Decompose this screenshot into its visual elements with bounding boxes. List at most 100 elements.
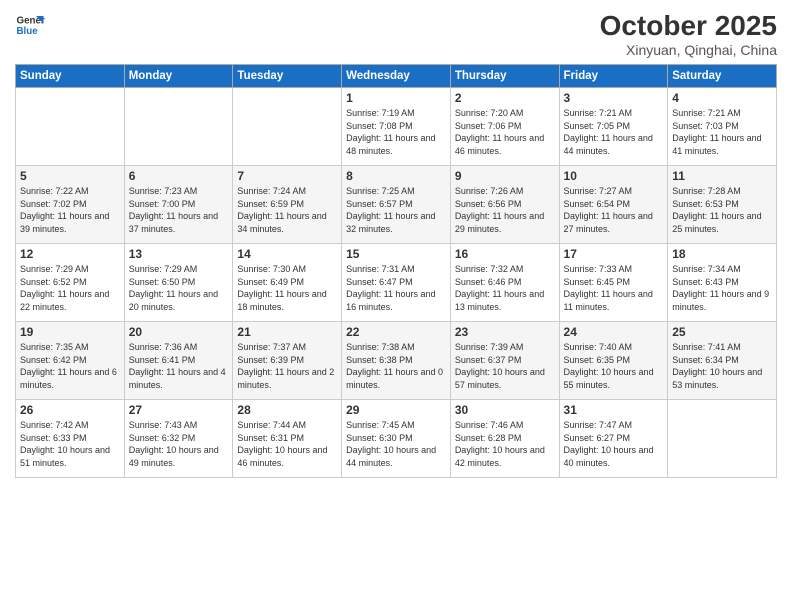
day-number: 18 — [672, 247, 772, 261]
day-number: 3 — [564, 91, 664, 105]
col-wednesday: Wednesday — [342, 65, 451, 88]
page: General Blue October 2025 Xinyuan, Qingh… — [0, 0, 792, 612]
day-info: Sunrise: 7:46 AM Sunset: 6:28 PM Dayligh… — [455, 419, 555, 469]
day-info: Sunrise: 7:29 AM Sunset: 6:50 PM Dayligh… — [129, 263, 229, 313]
col-tuesday: Tuesday — [233, 65, 342, 88]
day-number: 16 — [455, 247, 555, 261]
day-info: Sunrise: 7:23 AM Sunset: 7:00 PM Dayligh… — [129, 185, 229, 235]
day-number: 17 — [564, 247, 664, 261]
day-info: Sunrise: 7:30 AM Sunset: 6:49 PM Dayligh… — [237, 263, 337, 313]
calendar-table: Sunday Monday Tuesday Wednesday Thursday… — [15, 64, 777, 478]
table-row: 21Sunrise: 7:37 AM Sunset: 6:39 PM Dayli… — [233, 322, 342, 400]
table-row: 8 Sunrise: 7:25 AM Sunset: 6:57 PM Daylig… — [342, 166, 451, 244]
day-info: Sunrise: 7:22 AM Sunset: 7:02 PM Dayligh… — [20, 185, 120, 235]
day-info: Sunrise: 7:38 AM Sunset: 6:38 PM Dayligh… — [346, 341, 446, 391]
day-info: Sunrise: 7:21 AM Sunset: 7:03 PM Dayligh… — [672, 107, 772, 157]
table-row: 9Sunrise: 7:26 AM Sunset: 6:56 PM Daylig… — [450, 166, 559, 244]
col-thursday: Thursday — [450, 65, 559, 88]
day-number: 14 — [237, 247, 337, 261]
day-info: Sunrise: 7:41 AM Sunset: 6:34 PM Dayligh… — [672, 341, 772, 391]
day-info: Sunrise: 7:44 AM Sunset: 6:31 PM Dayligh… — [237, 419, 337, 469]
day-number: 8 — [346, 169, 446, 183]
table-row: 20 Sunrise: 7:36 AM Sunset: 6:41 PM Dayli… — [124, 322, 233, 400]
day-number: 27 — [129, 403, 229, 417]
calendar-week-row: 1Sunrise: 7:19 AM Sunset: 7:08 PM Daylig… — [16, 88, 777, 166]
table-row: 31 Sunrise: 7:47 AM Sunset: 6:27 PM Dayli… — [559, 400, 668, 478]
table-row: 1Sunrise: 7:19 AM Sunset: 7:08 PM Daylig… — [342, 88, 451, 166]
table-row: 2 Sunrise: 7:20 AM Sunset: 7:06 PM Daylig… — [450, 88, 559, 166]
col-sunday: Sunday — [16, 65, 125, 88]
day-info: Sunrise: 7:43 AM Sunset: 6:32 PM Dayligh… — [129, 419, 229, 469]
location: Xinyuan, Qinghai, China — [600, 42, 777, 58]
svg-text:Blue: Blue — [17, 26, 39, 37]
day-info: Sunrise: 7:33 AM Sunset: 6:45 PM Dayligh… — [564, 263, 664, 313]
day-number: 5 — [20, 169, 120, 183]
day-number: 30 — [455, 403, 555, 417]
table-row: 27 Sunrise: 7:43 AM Sunset: 6:32 PM Dayli… — [124, 400, 233, 478]
table-row: 5 Sunrise: 7:22 AM Sunset: 7:02 PM Daylig… — [16, 166, 125, 244]
table-row: 29 Sunrise: 7:45 AM Sunset: 6:30 PM Dayli… — [342, 400, 451, 478]
day-info: Sunrise: 7:24 AM Sunset: 6:59 PM Dayligh… — [237, 185, 337, 235]
day-number: 15 — [346, 247, 446, 261]
table-row — [668, 400, 777, 478]
day-info: Sunrise: 7:42 AM Sunset: 6:33 PM Dayligh… — [20, 419, 120, 469]
day-info: Sunrise: 7:36 AM Sunset: 6:41 PM Dayligh… — [129, 341, 229, 391]
table-row: 11 Sunrise: 7:28 AM Sunset: 6:53 PM Dayli… — [668, 166, 777, 244]
day-number: 19 — [20, 325, 120, 339]
table-row — [233, 88, 342, 166]
table-row — [16, 88, 125, 166]
day-info: Sunrise: 7:27 AM Sunset: 6:54 PM Dayligh… — [564, 185, 664, 235]
table-row: 30 Sunrise: 7:46 AM Sunset: 6:28 PM Dayli… — [450, 400, 559, 478]
calendar-week-row: 5 Sunrise: 7:22 AM Sunset: 7:02 PM Daylig… — [16, 166, 777, 244]
table-row: 15 Sunrise: 7:31 AM Sunset: 6:47 PM Dayli… — [342, 244, 451, 322]
header: General Blue October 2025 Xinyuan, Qingh… — [15, 10, 777, 58]
day-number: 23 — [455, 325, 555, 339]
calendar-week-row: 26 Sunrise: 7:42 AM Sunset: 6:33 PM Dayli… — [16, 400, 777, 478]
day-info: Sunrise: 7:35 AM Sunset: 6:42 PM Dayligh… — [20, 341, 120, 391]
day-info: Sunrise: 7:34 AM Sunset: 6:43 PM Dayligh… — [672, 263, 772, 313]
table-row: 28 Sunrise: 7:44 AM Sunset: 6:31 PM Dayli… — [233, 400, 342, 478]
table-row: 19 Sunrise: 7:35 AM Sunset: 6:42 PM Dayli… — [16, 322, 125, 400]
day-number: 26 — [20, 403, 120, 417]
table-row: 13 Sunrise: 7:29 AM Sunset: 6:50 PM Dayli… — [124, 244, 233, 322]
table-row: 18 Sunrise: 7:34 AM Sunset: 6:43 PM Dayli… — [668, 244, 777, 322]
day-info: Sunrise: 7:26 AM Sunset: 6:56 PM Dayligh… — [455, 185, 555, 235]
day-info: Sunrise: 7:21 AM Sunset: 7:05 PM Dayligh… — [564, 107, 664, 157]
day-number: 13 — [129, 247, 229, 261]
day-number: 2 — [455, 91, 555, 105]
table-row: 22 Sunrise: 7:38 AM Sunset: 6:38 PM Dayli… — [342, 322, 451, 400]
day-info: Sunrise: 7:45 AM Sunset: 6:30 PM Dayligh… — [346, 419, 446, 469]
day-info: Sunrise: 7:25 AM Sunset: 6:57 PM Dayligh… — [346, 185, 446, 235]
day-info: Sunrise: 7:19 AM Sunset: 7:08 PM Dayligh… — [346, 107, 446, 157]
day-number: 22 — [346, 325, 446, 339]
table-row: 16Sunrise: 7:32 AM Sunset: 6:46 PM Dayli… — [450, 244, 559, 322]
day-info: Sunrise: 7:47 AM Sunset: 6:27 PM Dayligh… — [564, 419, 664, 469]
table-row: 17 Sunrise: 7:33 AM Sunset: 6:45 PM Dayli… — [559, 244, 668, 322]
day-number: 24 — [564, 325, 664, 339]
day-info: Sunrise: 7:31 AM Sunset: 6:47 PM Dayligh… — [346, 263, 446, 313]
table-row: 24 Sunrise: 7:40 AM Sunset: 6:35 PM Dayli… — [559, 322, 668, 400]
col-monday: Monday — [124, 65, 233, 88]
day-info: Sunrise: 7:28 AM Sunset: 6:53 PM Dayligh… — [672, 185, 772, 235]
day-info: Sunrise: 7:40 AM Sunset: 6:35 PM Dayligh… — [564, 341, 664, 391]
day-number: 25 — [672, 325, 772, 339]
calendar-week-row: 19 Sunrise: 7:35 AM Sunset: 6:42 PM Dayli… — [16, 322, 777, 400]
logo: General Blue — [15, 10, 45, 40]
table-row: 6Sunrise: 7:23 AM Sunset: 7:00 PM Daylig… — [124, 166, 233, 244]
table-row: 23Sunrise: 7:39 AM Sunset: 6:37 PM Dayli… — [450, 322, 559, 400]
col-saturday: Saturday — [668, 65, 777, 88]
day-number: 11 — [672, 169, 772, 183]
day-number: 7 — [237, 169, 337, 183]
day-number: 28 — [237, 403, 337, 417]
table-row: 10Sunrise: 7:27 AM Sunset: 6:54 PM Dayli… — [559, 166, 668, 244]
table-row: 26 Sunrise: 7:42 AM Sunset: 6:33 PM Dayli… — [16, 400, 125, 478]
table-row: 7 Sunrise: 7:24 AM Sunset: 6:59 PM Daylig… — [233, 166, 342, 244]
day-number: 29 — [346, 403, 446, 417]
day-info: Sunrise: 7:20 AM Sunset: 7:06 PM Dayligh… — [455, 107, 555, 157]
calendar-header-row: Sunday Monday Tuesday Wednesday Thursday… — [16, 65, 777, 88]
table-row: 14 Sunrise: 7:30 AM Sunset: 6:49 PM Dayli… — [233, 244, 342, 322]
table-row: 4Sunrise: 7:21 AM Sunset: 7:03 PM Daylig… — [668, 88, 777, 166]
day-number: 31 — [564, 403, 664, 417]
title-block: October 2025 Xinyuan, Qinghai, China — [600, 10, 777, 58]
day-number: 20 — [129, 325, 229, 339]
